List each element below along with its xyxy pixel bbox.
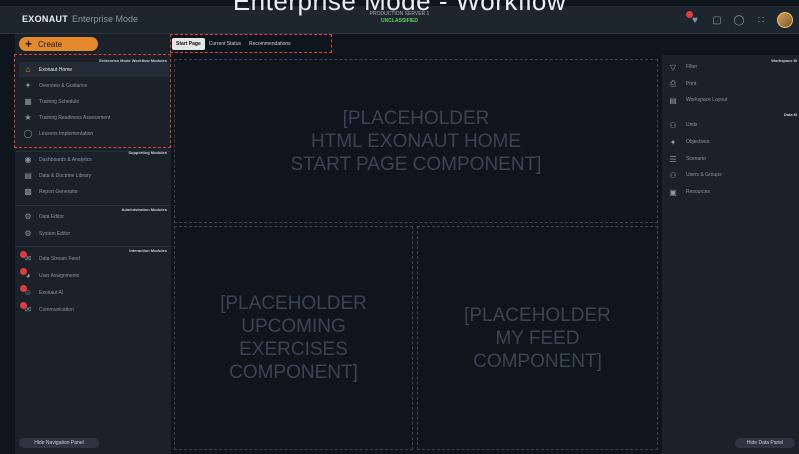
right-item-label: Print [686, 81, 697, 87]
nav-item-label: Data Editor [39, 213, 65, 220]
help-icon[interactable]: ◯ [733, 14, 745, 26]
users-icon: ⚇ [669, 170, 677, 180]
right-item-units[interactable]: ⚇ Units [668, 119, 697, 131]
nav-item-label: Report Generator [39, 188, 78, 195]
main-content: [PLACEHOLDER HTML EXONAUT HOME START PAG… [172, 55, 660, 454]
apps-grid-icon[interactable]: ∷ [755, 14, 767, 26]
right-item-label: Filter [686, 64, 698, 70]
plus-icon: + [25, 37, 33, 51]
create-label: Create [38, 39, 63, 49]
right-item-print[interactable]: ⎙ Print [668, 78, 696, 90]
nav-item-label: Data Stream Feed [39, 255, 80, 262]
chat-icon: ✉ [20, 301, 33, 315]
gear-icon: ⚙ [24, 212, 32, 221]
nav-item-data-stream-feed[interactable]: ✉ Data Stream Feed [19, 250, 169, 266]
divider [15, 246, 171, 247]
right-item-label: Users & Groups [686, 172, 722, 178]
library-icon: ▤ [24, 171, 32, 180]
message-icon[interactable]: ▢ [711, 14, 723, 26]
print-icon: ⎙ [669, 79, 677, 88]
cogs-icon: ⚙ [24, 229, 32, 238]
highlight-box-tabs [170, 34, 332, 53]
nav-item-label: System Editor [39, 230, 71, 237]
right-item-label: Objectives [686, 139, 710, 145]
section-workspace-modules: Workspace M [771, 58, 797, 63]
notification-badge [20, 250, 27, 258]
nav-item-user-assignments[interactable]: ◕ User Assignments [19, 267, 169, 283]
units-icon: ⚇ [669, 120, 677, 130]
report-icon: ▩ [24, 187, 32, 196]
notification-badge [20, 267, 27, 275]
nav-item-data-library[interactable]: ▤ Data & Doctrine Library [19, 168, 169, 183]
right-item-scenario[interactable]: ☰ Scenario [668, 153, 706, 165]
nav-item-exonaut-ai[interactable]: ☺ Exonaut AI [19, 284, 169, 300]
divider [15, 205, 171, 206]
left-navigation-panel: + Create Enterprise Mode Workflow Module… [14, 34, 171, 454]
notification-icon[interactable]: ♥ [686, 11, 701, 26]
nav-item-communication[interactable]: ✉ Communication [19, 301, 169, 317]
notification-badge [686, 11, 693, 18]
my-feed-placeholder: [PLACEHOLDER MY FEED COMPONENT] [417, 226, 658, 450]
top-bar: EXONAUT Enterprise Mode PRODUCTION SERVE… [0, 6, 799, 34]
server-name: PRODUCTION SERVER 1 [369, 11, 430, 17]
nav-item-label: Data & Doctrine Library [39, 172, 91, 179]
nav-item-report-generator[interactable]: ▩ Report Generator [19, 184, 169, 199]
assignment-icon: ◕ [20, 267, 33, 281]
filter-icon: ▽ [669, 62, 677, 72]
avatar[interactable] [777, 12, 793, 28]
ai-icon: ☺ [20, 284, 33, 298]
right-item-objectives[interactable]: ✦ Objectives [668, 136, 710, 148]
nav-item-label: Communication [39, 306, 74, 313]
notification-badge [20, 301, 27, 309]
hide-navigation-button[interactable]: Hide Navigation Panel [19, 438, 99, 448]
right-item-label: Units [686, 122, 698, 128]
feed-icon: ✉ [20, 250, 33, 264]
upcoming-exercises-placeholder: [PLACEHOLDER UPCOMING EXERCISES COMPONEN… [174, 226, 413, 450]
create-button[interactable]: + Create [19, 37, 98, 51]
right-item-filter[interactable]: ▽ Filter [668, 61, 697, 73]
hide-data-panel-button[interactable]: Hide Data Panel [735, 438, 795, 448]
objectives-icon: ✦ [669, 137, 677, 147]
server-banner: PRODUCTION SERVER 1 UNCLASSIFIED [0, 11, 799, 25]
nav-item-dashboards[interactable]: ◉ Dashboards & Analytics [19, 152, 169, 167]
right-item-label: Scenario [686, 156, 706, 162]
nav-item-label: User Assignments [39, 272, 80, 279]
right-item-resources[interactable]: ▣ Resources [668, 186, 710, 198]
resources-icon: ▣ [669, 187, 677, 197]
nav-item-data-editor[interactable]: ⚙ Data Editor [19, 209, 169, 224]
layout-icon: ▤ [669, 95, 677, 105]
notification-badge [20, 284, 27, 292]
right-data-panel: Workspace M ▽ Filter ⎙ Print ▤ Workspace… [662, 55, 799, 454]
right-item-users-groups[interactable]: ⚇ Users & Groups [668, 169, 722, 181]
nav-item-system-editor[interactable]: ⚙ System Editor [19, 226, 169, 241]
highlight-box-workflow [14, 54, 171, 148]
top-icons: ♥ ▢ ◯ ∷ [686, 11, 793, 28]
nav-item-label: Exonaut AI [39, 289, 64, 296]
right-item-label: Workspace Layout [686, 97, 728, 103]
right-item-workspace-layout[interactable]: ▤ Workspace Layout [668, 94, 727, 106]
scenario-icon: ☰ [669, 154, 677, 164]
nav-item-label: Dashboards & Analytics [39, 156, 92, 163]
right-item-label: Resources [686, 189, 710, 195]
classification-label: UNCLASSIFIED [381, 18, 418, 24]
section-data-modules: Data M [783, 112, 797, 117]
dashboard-icon: ◉ [24, 155, 32, 164]
home-start-page-placeholder: [PLACEHOLDER HTML EXONAUT HOME START PAG… [174, 59, 658, 223]
